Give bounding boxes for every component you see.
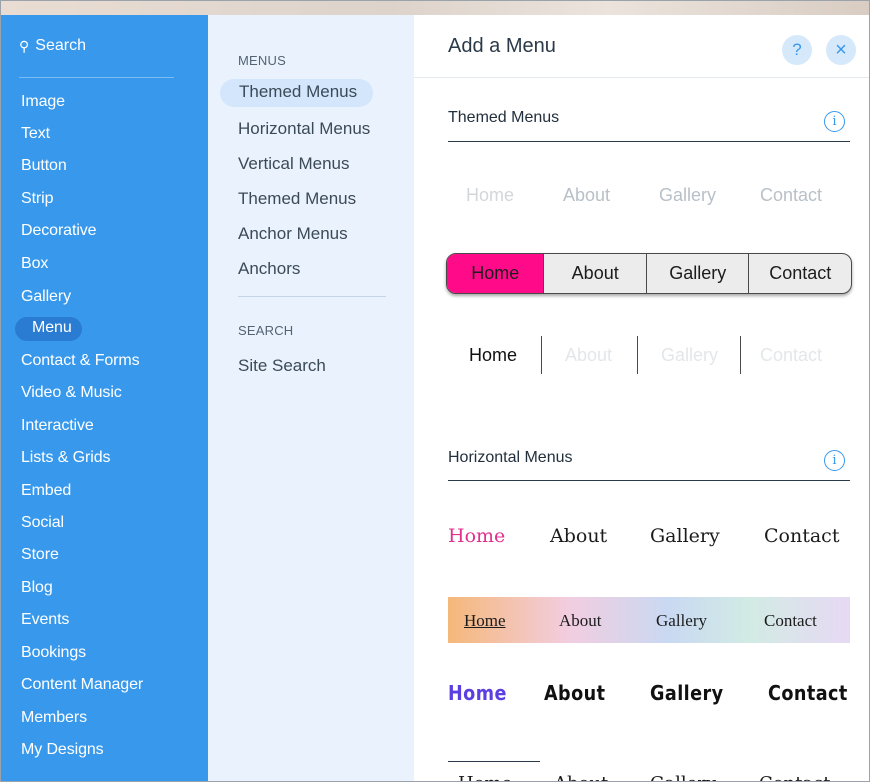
- category-button[interactable]: Button: [21, 156, 67, 176]
- category-social[interactable]: Social: [21, 513, 64, 533]
- category-members[interactable]: Members: [21, 708, 87, 728]
- menu-item-contact: Contact: [759, 773, 830, 781]
- search-section-header: SEARCH: [238, 323, 294, 338]
- menu-item-contact: Contact: [748, 254, 851, 293]
- category-search[interactable]: ⚲ Search: [19, 37, 86, 55]
- panel-title: Add a Menu: [448, 35, 556, 57]
- menu-item-gallery: Gallery: [650, 681, 724, 705]
- menu-item-home: Home: [466, 185, 515, 205]
- horizontal-menus-section-title: Horizontal Menus: [448, 449, 573, 466]
- category-image[interactable]: Image: [21, 92, 65, 112]
- menu-item-home: Home: [448, 681, 507, 705]
- menu-item-gallery: Gallery: [659, 185, 717, 205]
- subnav-themed-menus[interactable]: Themed Menus: [220, 79, 374, 107]
- menu-item-contact: Contact: [764, 525, 840, 547]
- themed-menus-section-title: Themed Menus: [448, 109, 560, 126]
- close-button[interactable]: ×: [826, 35, 856, 65]
- subnav-themed-menus-2[interactable]: Themed Menus: [238, 189, 356, 209]
- category-video-music[interactable]: Video & Music: [21, 383, 122, 403]
- category-contact-forms[interactable]: Contact & Forms: [21, 351, 140, 371]
- menu-item-about: About: [563, 185, 611, 205]
- menus-section-header: MENUS: [238, 53, 286, 68]
- category-store[interactable]: Store: [21, 545, 59, 565]
- help-icon: ?: [792, 40, 802, 59]
- menu-item-home: Home: [448, 525, 506, 547]
- menu-item-contact: Contact: [760, 345, 823, 365]
- menu-item-home: Home: [469, 345, 518, 365]
- search-divider: [19, 77, 174, 78]
- help-button[interactable]: ?: [782, 35, 812, 65]
- category-my-designs[interactable]: My Designs: [21, 740, 104, 760]
- category-events[interactable]: Events: [21, 610, 69, 630]
- menu-item-about: About: [544, 681, 606, 705]
- menu-item-contact: Contact: [764, 611, 817, 630]
- menu-item-about: About: [559, 611, 602, 630]
- category-box[interactable]: Box: [21, 254, 48, 274]
- menu-item-home: Home: [458, 773, 512, 781]
- category-gallery[interactable]: Gallery: [21, 287, 71, 307]
- horizontal-section-underline: [448, 480, 850, 481]
- menu-item-about: About: [550, 525, 608, 547]
- menu-subcategory-nav: MENUS Themed Menus Horizontal Menus Vert…: [208, 15, 414, 781]
- subnav-divider: [238, 296, 386, 297]
- category-text[interactable]: Text: [21, 124, 50, 144]
- menu-item-gallery: Gallery: [656, 611, 707, 630]
- themed-menu-preset-2[interactable]: Home About Gallery Contact: [446, 253, 852, 294]
- menu-item-gallery: Gallery: [650, 773, 716, 781]
- category-bookings[interactable]: Bookings: [21, 643, 86, 663]
- add-panel-category-nav: ⚲ Search Image Text Button Strip Decorat…: [1, 15, 208, 781]
- app-frame: ⚲ Search Image Text Button Strip Decorat…: [0, 0, 870, 782]
- close-icon: ×: [835, 38, 847, 61]
- search-icon: ⚲: [19, 37, 30, 54]
- category-decorative[interactable]: Decorative: [21, 221, 97, 241]
- menu-item-home: Home: [447, 254, 544, 293]
- active-underline: [448, 761, 540, 762]
- category-menu[interactable]: Menu: [15, 317, 82, 341]
- subnav-anchors[interactable]: Anchors: [238, 259, 300, 279]
- category-interactive[interactable]: Interactive: [21, 416, 94, 436]
- subnav-vertical-menus[interactable]: Vertical Menus: [238, 154, 350, 174]
- menu-preview-panel: Add a Menu ? × Themed Menus i Home About…: [414, 15, 869, 781]
- menu-item-about: About: [543, 254, 646, 293]
- category-content-manager[interactable]: Content Manager: [21, 675, 143, 695]
- category-blog[interactable]: Blog: [21, 578, 53, 598]
- horizontal-info-icon[interactable]: i: [824, 450, 845, 471]
- menu-item-gallery: Gallery: [645, 254, 749, 293]
- category-lists-grids[interactable]: Lists & Grids: [21, 448, 110, 468]
- menu-separator: [740, 336, 741, 374]
- subnav-site-search[interactable]: Site Search: [238, 356, 326, 376]
- menu-item-contact: Contact: [760, 185, 823, 205]
- menu-item-gallery: Gallery: [650, 525, 720, 547]
- menu-item-home: Home: [464, 611, 506, 630]
- canvas-background-strip: [1, 1, 869, 15]
- menu-item-gallery: Gallery: [661, 345, 719, 365]
- subnav-anchor-menus[interactable]: Anchor Menus: [238, 224, 348, 244]
- themed-info-icon[interactable]: i: [824, 111, 845, 132]
- menu-item-about: About: [554, 773, 608, 781]
- subnav-horizontal-menus[interactable]: Horizontal Menus: [238, 119, 370, 139]
- themed-section-underline: [448, 141, 850, 142]
- menu-separator: [637, 336, 638, 374]
- menu-separator: [541, 336, 542, 374]
- menu-item-about: About: [565, 345, 613, 365]
- menu-item-contact: Contact: [768, 681, 848, 705]
- search-label: Search: [35, 37, 86, 54]
- category-embed[interactable]: Embed: [21, 481, 71, 501]
- header-divider: [414, 77, 869, 78]
- category-strip[interactable]: Strip: [21, 189, 54, 209]
